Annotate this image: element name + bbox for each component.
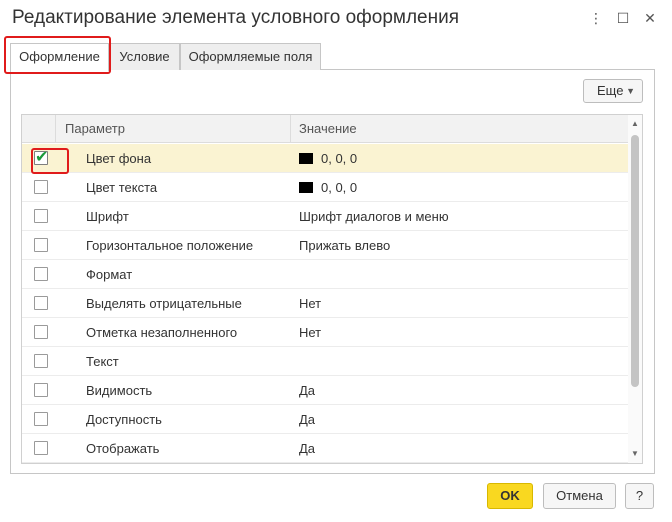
parameter-name: Отметка незаполненного bbox=[86, 325, 238, 340]
column-header-parameter[interactable]: Параметр bbox=[65, 115, 125, 143]
table-row[interactable]: Видимость Да bbox=[22, 376, 628, 405]
row-checkbox[interactable] bbox=[34, 180, 48, 194]
table-row[interactable]: Горизонтальное положение Прижать влево bbox=[22, 231, 628, 260]
parameter-value[interactable]: Прижать влево bbox=[299, 231, 390, 260]
parameter-value[interactable]: Нет bbox=[299, 318, 321, 347]
parameter-value[interactable]: Да bbox=[299, 434, 315, 463]
parameter-name: Видимость bbox=[86, 383, 153, 398]
parameter-value-text: Шрифт диалогов и меню bbox=[299, 209, 449, 224]
column-header-value[interactable]: Значение bbox=[299, 115, 357, 143]
row-checkbox[interactable] bbox=[34, 267, 48, 281]
tab-highlight-frame bbox=[4, 36, 111, 74]
caret-down-icon: ▼ bbox=[626, 86, 635, 96]
header-separator bbox=[55, 115, 56, 143]
vertical-scrollbar[interactable]: ▲ ▼ bbox=[628, 115, 642, 463]
parameter-name: Формат bbox=[86, 267, 133, 282]
ok-button[interactable]: OK bbox=[487, 483, 533, 509]
more-button-label: Еще bbox=[597, 83, 624, 98]
table-row[interactable]: Формат bbox=[22, 260, 628, 289]
row-checkbox[interactable] bbox=[34, 296, 48, 310]
row-checkbox[interactable] bbox=[34, 441, 48, 455]
row-checkbox[interactable] bbox=[34, 383, 48, 397]
parameter-name: Цвет текста bbox=[86, 180, 158, 195]
parameter-name: Горизонтальное положение bbox=[86, 238, 254, 253]
tab-condition[interactable]: Условие bbox=[109, 43, 180, 70]
table-row[interactable]: Шрифт Шрифт диалогов и меню bbox=[22, 202, 628, 231]
scroll-up-icon[interactable]: ▲ bbox=[628, 117, 642, 131]
parameter-value[interactable]: Да bbox=[299, 376, 315, 405]
row-checkbox[interactable]: ✔ bbox=[31, 148, 69, 174]
table-row[interactable]: Отображать Да bbox=[22, 434, 628, 463]
more-button[interactable]: Еще ▼ bbox=[583, 79, 643, 103]
maximize-icon[interactable]: ☐ bbox=[614, 8, 632, 28]
help-button[interactable]: ? bbox=[625, 483, 654, 509]
header-separator bbox=[290, 115, 291, 143]
parameter-value-text: Прижать влево bbox=[299, 238, 391, 253]
parameters-table: Параметр Значение ✔ Цвет фона 0, 0, 0 Цвет … bbox=[21, 114, 643, 464]
parameter-name: Шрифт bbox=[86, 209, 129, 224]
more-options-icon[interactable]: ⋮ bbox=[587, 8, 605, 28]
tab-formatted-fields[interactable]: Оформляемые поля bbox=[180, 43, 321, 70]
parameter-value[interactable]: 0, 0, 0 bbox=[299, 173, 357, 202]
table-row[interactable]: Цвет текста 0, 0, 0 bbox=[22, 173, 628, 202]
parameter-value[interactable]: 0, 0, 0 bbox=[299, 144, 357, 173]
parameter-value-text: 0, 0, 0 bbox=[321, 151, 358, 166]
parameter-value[interactable]: Шрифт диалогов и меню bbox=[299, 202, 449, 231]
table-header: Параметр Значение bbox=[22, 115, 628, 143]
color-swatch bbox=[299, 153, 313, 164]
row-checkbox[interactable] bbox=[34, 325, 48, 339]
table-row[interactable]: Текст bbox=[22, 347, 628, 376]
parameter-value-text: Да bbox=[299, 412, 316, 427]
parameter-name: Отображать bbox=[86, 441, 160, 456]
parameter-value-text: Нет bbox=[299, 325, 322, 340]
table-row[interactable]: Доступность Да bbox=[22, 405, 628, 434]
parameter-name: Текст bbox=[86, 354, 119, 369]
parameter-value-text: 0, 0, 0 bbox=[321, 180, 358, 195]
close-icon[interactable]: ✕ bbox=[641, 8, 659, 28]
color-swatch bbox=[299, 182, 313, 193]
row-checkbox[interactable] bbox=[34, 238, 48, 252]
parameter-value[interactable]: Да bbox=[299, 405, 315, 434]
parameter-value-text: Да bbox=[299, 383, 316, 398]
parameter-value[interactable]: Нет bbox=[299, 289, 321, 318]
parameter-value-text: Нет bbox=[299, 296, 322, 311]
row-checkbox[interactable] bbox=[34, 354, 48, 368]
cancel-button[interactable]: Отмена bbox=[543, 483, 616, 509]
parameter-name: Выделять отрицательные bbox=[86, 296, 242, 311]
parameter-value-text: Да bbox=[299, 441, 316, 456]
table-row[interactable]: Выделять отрицательные Нет bbox=[22, 289, 628, 318]
scroll-down-icon[interactable]: ▼ bbox=[628, 447, 642, 461]
table-row[interactable]: Отметка незаполненного Нет bbox=[22, 318, 628, 347]
parameter-name: Доступность bbox=[86, 412, 162, 427]
table-row[interactable]: ✔ Цвет фона 0, 0, 0 bbox=[22, 144, 628, 174]
row-checkbox[interactable] bbox=[34, 412, 48, 426]
window-title: Редактирование элемента условного оформл… bbox=[12, 7, 460, 28]
checkbox-highlight-frame bbox=[31, 148, 69, 174]
parameter-name: Цвет фона bbox=[86, 151, 152, 166]
scroll-thumb[interactable] bbox=[631, 135, 639, 387]
row-checkbox[interactable] bbox=[34, 209, 48, 223]
